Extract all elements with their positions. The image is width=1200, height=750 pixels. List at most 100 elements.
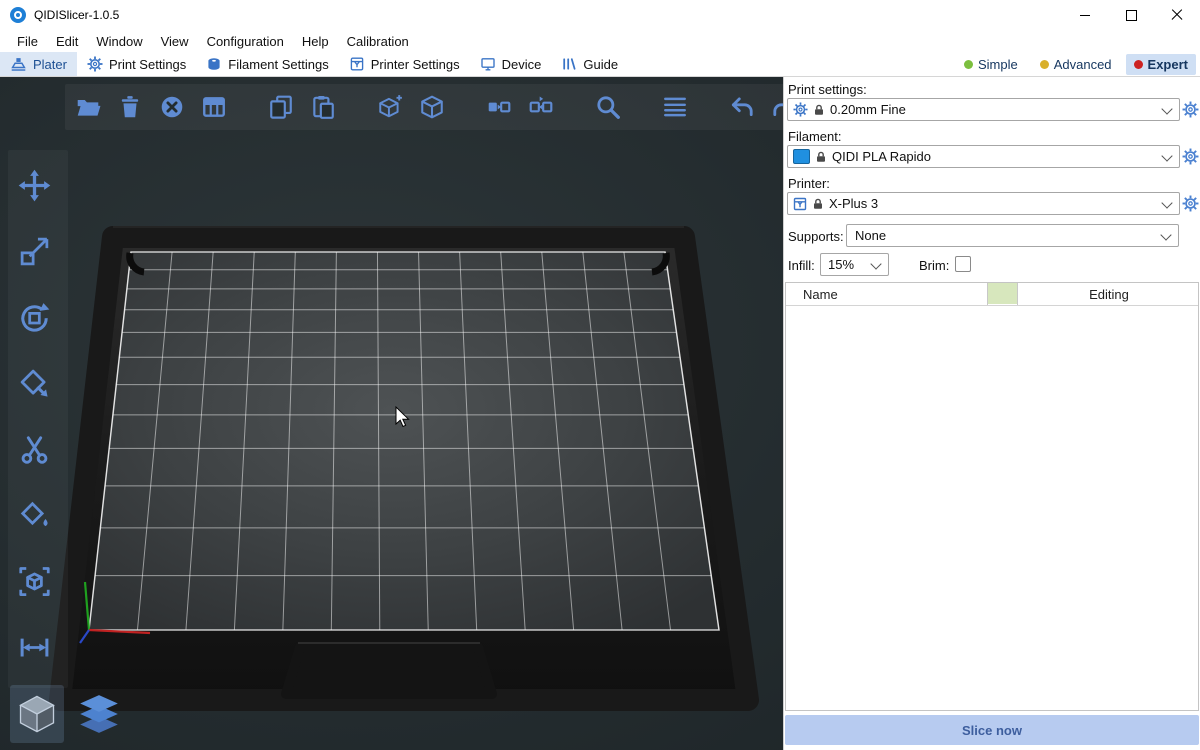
object-list[interactable]: Name Editing bbox=[785, 282, 1199, 711]
paste-button[interactable] bbox=[310, 94, 336, 120]
supports-value: None bbox=[855, 228, 886, 243]
tab-device[interactable]: Device bbox=[470, 52, 552, 76]
simple-mode-dot-icon bbox=[964, 60, 973, 69]
add-instance-button[interactable] bbox=[377, 94, 403, 120]
search-icon bbox=[595, 92, 621, 122]
print-settings-gear-button[interactable] bbox=[1182, 101, 1199, 118]
preview-view-button[interactable] bbox=[72, 685, 126, 743]
filament-color-swatch bbox=[793, 149, 810, 164]
gear-icon bbox=[1182, 195, 1199, 212]
column-separator bbox=[987, 283, 988, 305]
menu-file[interactable]: File bbox=[8, 30, 47, 52]
cut-tool-button[interactable] bbox=[11, 426, 57, 472]
lock-icon bbox=[815, 151, 827, 163]
build-plate-canvas[interactable] bbox=[0, 77, 783, 750]
split-to-objects-button[interactable] bbox=[486, 94, 512, 120]
expert-mode-dot-icon bbox=[1134, 60, 1143, 69]
menu-edit[interactable]: Edit bbox=[47, 30, 87, 52]
tab-printer-settings-label: Printer Settings bbox=[371, 57, 460, 72]
infill-label: Infill: bbox=[788, 258, 815, 273]
delete-all-button[interactable] bbox=[159, 94, 185, 120]
arrange-icon bbox=[201, 94, 227, 120]
measure-tool-button[interactable] bbox=[11, 558, 57, 604]
tab-filament-settings[interactable]: Filament Settings bbox=[196, 52, 338, 76]
plate-handle bbox=[286, 647, 492, 694]
tab-print-settings[interactable]: Print Settings bbox=[77, 52, 196, 76]
filament-gear-button[interactable] bbox=[1182, 148, 1199, 165]
printer-small-icon bbox=[793, 197, 807, 211]
menu-view[interactable]: View bbox=[152, 30, 198, 52]
filament-combo[interactable]: QIDI PLA Rapido bbox=[787, 145, 1180, 168]
search-button[interactable] bbox=[595, 94, 621, 120]
variable-layer-height-button[interactable] bbox=[662, 94, 688, 120]
copy-icon bbox=[268, 94, 294, 120]
scale-icon bbox=[18, 235, 51, 268]
move-tool-button[interactable] bbox=[11, 162, 57, 208]
tab-device-label: Device bbox=[502, 57, 542, 72]
ruler-tool-button[interactable] bbox=[11, 624, 57, 670]
maximize-button[interactable] bbox=[1108, 0, 1154, 30]
title-bar: QIDISlicer-1.0.5 bbox=[0, 0, 1200, 30]
tab-bar: Plater Print Settings Filament Settings … bbox=[0, 52, 1200, 77]
menu-configuration[interactable]: Configuration bbox=[198, 30, 293, 52]
menu-calibration[interactable]: Calibration bbox=[338, 30, 418, 52]
import-button[interactable] bbox=[75, 94, 101, 120]
paint-tool-button[interactable] bbox=[11, 492, 57, 538]
gear-icon bbox=[1182, 101, 1199, 118]
tab-printer-settings[interactable]: Printer Settings bbox=[339, 52, 470, 76]
close-button[interactable] bbox=[1154, 0, 1200, 30]
slice-now-button[interactable]: Slice now bbox=[785, 715, 1199, 745]
rotate-tool-button[interactable] bbox=[11, 294, 57, 340]
delete-button[interactable] bbox=[117, 94, 143, 120]
column-extruder-header bbox=[988, 283, 1017, 304]
remove-instance-icon bbox=[419, 94, 445, 120]
split-to-objects-icon bbox=[486, 94, 512, 120]
infill-combo[interactable]: 15% bbox=[820, 253, 889, 276]
measure-icon bbox=[18, 565, 51, 598]
print-settings-combo[interactable]: 0.20mm Fine bbox=[787, 98, 1180, 121]
app-icon bbox=[10, 7, 26, 23]
printer-combo[interactable]: X-Plus 3 bbox=[787, 192, 1180, 215]
menu-window[interactable]: Window bbox=[87, 30, 151, 52]
rotate-icon bbox=[18, 301, 51, 334]
redo-button[interactable] bbox=[771, 94, 783, 120]
preview-layers-icon bbox=[76, 693, 122, 735]
scale-tool-button[interactable] bbox=[11, 228, 57, 274]
ruler-icon bbox=[18, 631, 51, 664]
tab-guide[interactable]: Guide bbox=[551, 52, 628, 76]
paint-icon bbox=[18, 499, 51, 532]
remove-instance-button[interactable] bbox=[419, 94, 445, 120]
place-on-face-tool-button[interactable] bbox=[11, 360, 57, 406]
place-on-face-icon bbox=[18, 367, 51, 400]
3d-viewport[interactable] bbox=[0, 77, 783, 750]
printer-label: Printer: bbox=[788, 176, 830, 191]
tab-plater[interactable]: Plater bbox=[0, 52, 77, 76]
print-profile-gear-icon bbox=[793, 102, 808, 117]
column-name: Name bbox=[803, 287, 838, 302]
print-settings-icon bbox=[87, 56, 103, 72]
tab-filament-settings-label: Filament Settings bbox=[228, 57, 328, 72]
viewport-toolbar bbox=[65, 84, 783, 130]
undo-button[interactable] bbox=[729, 94, 755, 120]
plater-icon bbox=[10, 56, 27, 73]
mode-simple[interactable]: Simple bbox=[956, 54, 1026, 75]
mode-expert[interactable]: Expert bbox=[1126, 54, 1196, 75]
view-toggles bbox=[10, 685, 126, 743]
3d-editor-view-icon bbox=[15, 692, 59, 736]
printer-gear-button[interactable] bbox=[1182, 195, 1199, 212]
minimize-icon bbox=[1080, 15, 1090, 16]
column-editing: Editing bbox=[1018, 287, 1200, 302]
window-title: QIDISlicer-1.0.5 bbox=[34, 8, 119, 22]
brim-checkbox[interactable] bbox=[955, 256, 971, 272]
mode-advanced[interactable]: Advanced bbox=[1032, 54, 1120, 75]
chevron-down-icon bbox=[1161, 103, 1172, 114]
split-to-parts-button[interactable] bbox=[528, 94, 554, 120]
supports-combo[interactable]: None bbox=[846, 224, 1179, 247]
3d-editor-view-button[interactable] bbox=[10, 685, 64, 743]
supports-label: Supports: bbox=[788, 229, 844, 244]
move-icon bbox=[18, 169, 51, 202]
arrange-button[interactable] bbox=[201, 94, 227, 120]
minimize-button[interactable] bbox=[1062, 0, 1108, 30]
menu-help[interactable]: Help bbox=[293, 30, 338, 52]
copy-button[interactable] bbox=[268, 94, 294, 120]
